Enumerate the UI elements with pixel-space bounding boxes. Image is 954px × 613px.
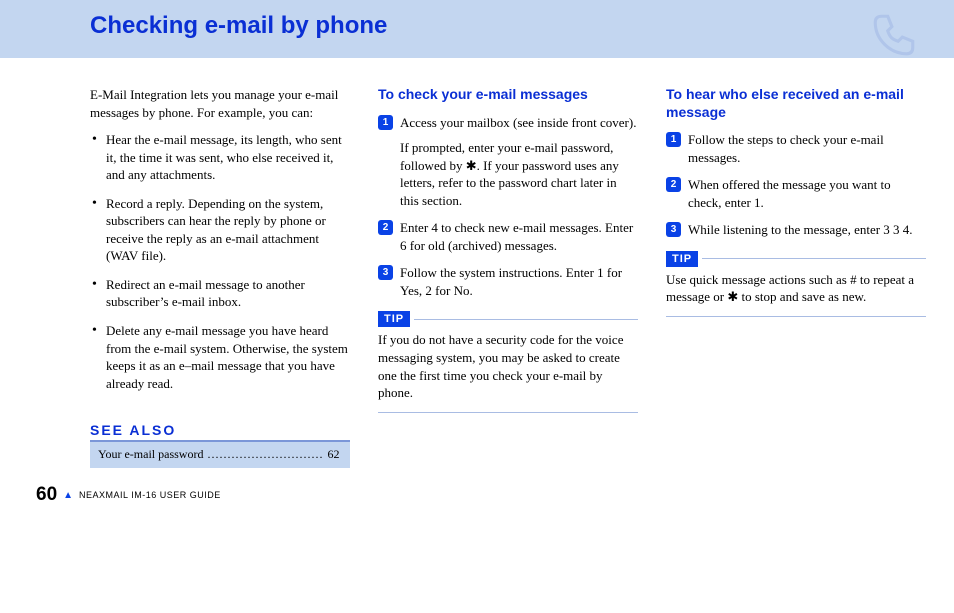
step-item: 3 Follow the system instructions. Enter … [378,264,638,299]
tip-label: TIP [378,311,410,327]
see-also-item-page: 62 [327,447,339,461]
step-text: When offered the message you want to che… [688,176,926,211]
hear-recipients-heading: To hear who else received an e-mail mess… [666,86,926,121]
step-number-badge: 1 [378,115,393,130]
see-also-item-label: Your e-mail password [98,447,203,461]
tip-end-rule [666,316,926,317]
column-3: To hear who else received an e-mail mess… [666,86,926,468]
page-title: Checking e-mail by phone [90,12,954,40]
step-text: Access your mailbox (see inside front co… [400,114,638,132]
bullet-item: Delete any e-mail message you have heard… [90,322,350,392]
tip-body: If you do not have a security code for t… [378,331,638,401]
see-also-body: Your e-mail password ...................… [90,442,350,468]
triangle-up-icon: ▲ [63,490,73,501]
step-item: 1 Follow the steps to check your e-mail … [666,131,926,166]
footer: 60 ▲ NEAXMAIL IM-16 USER GUIDE [0,478,954,520]
tip-rule [414,319,638,320]
step-text: While listening to the message, enter 3 … [688,221,926,239]
step-item: 2 Enter 4 to check new e-mail messages. … [378,219,638,254]
tip-block: TIP Use quick message actions such as # … [666,251,926,317]
check-email-steps: 1 Access your mailbox (see inside front … [378,114,638,300]
leader-dots: ............................. [203,447,327,461]
step-item: 2 When offered the message you want to c… [666,176,926,211]
tip-body: Use quick message actions such as # to r… [666,271,926,306]
step-number-badge: 3 [666,222,681,237]
check-email-heading: To check your e-mail messages [378,86,638,104]
see-also-box: SEE ALSO Your e-mail password ..........… [90,422,350,468]
intro-paragraph: E-Mail Integration lets you manage your … [90,86,350,121]
tip-end-rule [378,412,638,413]
step-text: Enter 4 to check new e-mail messages. En… [400,219,638,254]
step-text: Follow the steps to check your e-mail me… [688,131,926,166]
bullet-item: Redirect an e-mail message to another su… [90,276,350,311]
tip-label: TIP [666,251,698,267]
feature-bullets: Hear the e-mail message, its length, who… [90,131,350,392]
bullet-item: Hear the e-mail message, its length, who… [90,131,350,184]
hear-recipients-steps: 1 Follow the steps to check your e-mail … [666,131,926,239]
footer-guide-name: NEAXMAIL IM-16 USER GUIDE [79,490,221,500]
bullet-item: Record a reply. Depending on the system,… [90,195,350,265]
step-number-badge: 2 [378,220,393,235]
step-item: 1 Access your mailbox (see inside front … [378,114,638,210]
tip-block: TIP If you do not have a security code f… [378,311,638,412]
step-number-badge: 1 [666,132,681,147]
step-text: If prompted, enter your e-mail password,… [400,139,638,209]
step-text: Follow the system instructions. Enter 1 … [400,264,638,299]
step-item: 3 While listening to the message, enter … [666,221,926,239]
column-1: E-Mail Integration lets you manage your … [90,86,350,468]
page-number: 60 [36,484,57,506]
content-area: E-Mail Integration lets you manage your … [0,58,954,478]
step-number-badge: 2 [666,177,681,192]
phone-handset-icon [869,10,919,60]
see-also-heading: SEE ALSO [90,422,350,442]
column-2: To check your e-mail messages 1 Access y… [378,86,638,468]
tip-rule [702,258,926,259]
step-number-badge: 3 [378,265,393,280]
header-bar: Checking e-mail by phone [0,0,954,58]
